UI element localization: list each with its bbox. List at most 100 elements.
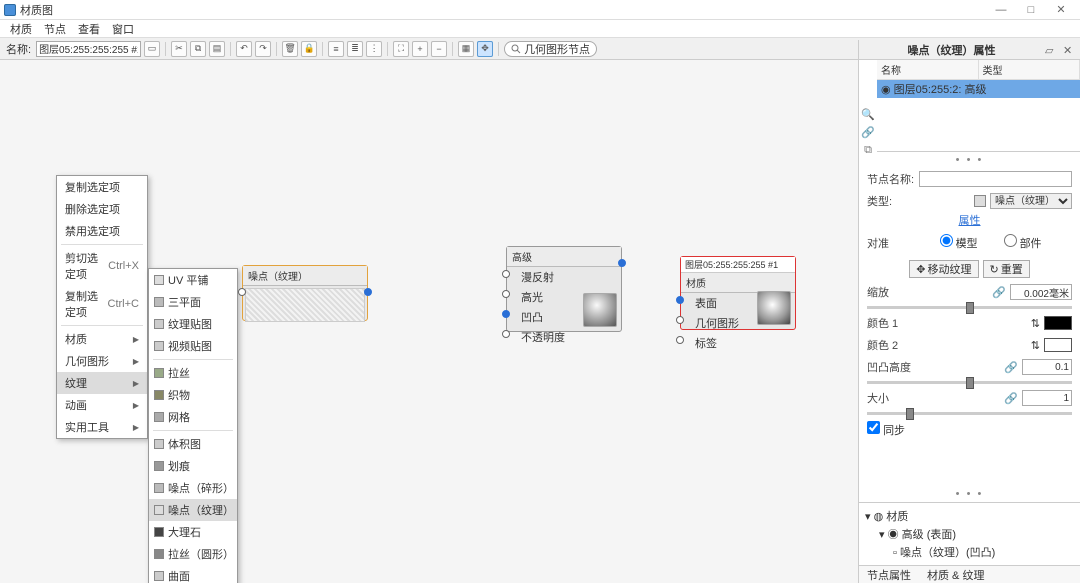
port-in[interactable] [238,288,246,296]
node-advanced[interactable]: 高级 漫反射 高光 凹凸 不透明度 [506,246,622,332]
swap-icon[interactable]: ⇅ [1031,317,1040,330]
sub-texture-map[interactable]: 纹理贴图 [149,313,237,335]
material-tree[interactable]: ▾ ◍ 材质 ▾ ◉ 高级 (表面) ▫ 噪点（纹理）(凹凸) [859,502,1080,565]
sub-volume[interactable]: 体积图 [149,433,237,455]
ctx-disable-selection[interactable]: 禁用选定项 [57,220,147,242]
tool-copy-icon[interactable]: ⧉ [190,41,206,57]
link-icon[interactable]: 🔗 [992,286,1006,299]
sub-triplanar[interactable]: 三平面 [149,291,237,313]
tool-delete-icon[interactable]: 🗑 [282,41,298,57]
port-diffuse[interactable]: 漫反射 [507,267,621,287]
tool-cut-icon[interactable]: ✂ [171,41,187,57]
tool-grid-icon[interactable]: ▦ [458,41,474,57]
tab-node-props[interactable]: 节点属性 [859,567,919,583]
ctx-delete-selection[interactable]: 删除选定项 [57,198,147,220]
size-input[interactable] [1022,390,1072,406]
tool-zoom-fit-icon[interactable]: ⛶ [393,41,409,57]
panel-splitter[interactable]: • • • [859,486,1080,502]
maximize-button[interactable]: □ [1016,4,1046,16]
side-link-icon[interactable]: 🔗 [861,126,875,140]
link-icon[interactable]: 🔗 [1004,361,1018,374]
name-input[interactable] [36,41,141,57]
port-label[interactable]: 标签 [681,333,795,353]
tool-align-left-icon[interactable]: ≡ [328,41,344,57]
menu-view[interactable]: 查看 [72,21,106,37]
ctx-texture[interactable]: 纹理▶ [57,372,147,394]
sync-checkbox[interactable]: 同步 [867,421,915,438]
ctx-utility[interactable]: 实用工具▶ [57,416,147,438]
sub-uv-tile[interactable]: UV 平铺 [149,269,237,291]
port-out[interactable] [618,259,626,267]
sub-noise-texture[interactable]: 噪点（纹理） [149,499,237,521]
sub-marble[interactable]: 大理石 [149,521,237,543]
sub-mesh[interactable]: 网格 [149,406,237,428]
menu-bar: 材质 节点 查看 窗口 [0,20,1080,38]
radio-model[interactable]: 模型 [940,234,988,251]
ctx-cut[interactable]: 剪切选定项Ctrl+X [57,247,147,285]
tree-node-noise[interactable]: ▫ 噪点（纹理）(凹凸) [865,543,1074,561]
ctx-geometry[interactable]: 几何图形▶ [57,350,147,372]
sub-noise-fractal[interactable]: 噪点（碎形） [149,477,237,499]
ctx-animation[interactable]: 动画▶ [57,394,147,416]
bump-input[interactable] [1022,359,1072,375]
side-search-icon[interactable]: 🔍 [861,108,875,122]
tool-snap-icon[interactable]: ✥ [477,41,493,57]
color1-swatch[interactable] [1044,316,1072,330]
material-list[interactable]: ◉ 图层05:255:2: 高级 [877,80,1080,152]
sub-surface[interactable]: 曲面 [149,565,237,583]
tool-paste-icon[interactable]: ▤ [209,41,225,57]
panel-splitter[interactable]: • • • [859,152,1080,168]
scale-slider[interactable] [867,306,1072,309]
node-canvas[interactable]: 复制选定项 删除选定项 禁用选定项 剪切选定项Ctrl+X 复制选定项Ctrl+… [0,60,858,583]
tab-materials-textures[interactable]: 材质 & 纹理 [919,567,992,583]
node-noise-texture[interactable]: 噪点（纹理） [242,265,368,321]
tool-distribute-icon[interactable]: ⋮ [366,41,382,57]
list-item[interactable]: ◉ 图层05:255:2: 高级 [877,80,1080,98]
material-preview-icon [583,293,617,327]
ctx-copy[interactable]: 复制选定项Ctrl+C [57,285,147,323]
menu-material[interactable]: 材质 [4,21,38,37]
close-button[interactable]: ✕ [1046,3,1076,16]
radio-part[interactable]: 部件 [1004,234,1052,251]
sub-video-map[interactable]: 视频贴图 [149,335,237,357]
tree-node-advanced[interactable]: ▾ ◉ 高级 (表面) [865,525,1074,543]
connection-wires [0,60,300,210]
reset-icon: ↻ [990,263,999,276]
tool-redo-icon[interactable]: ↷ [255,41,271,57]
ctx-material[interactable]: 材质▶ [57,328,147,350]
sub-brushed[interactable]: 拉丝 [149,362,237,384]
menu-window[interactable]: 窗口 [106,21,140,37]
search-icon [511,44,521,54]
tool-undo-icon[interactable]: ↶ [236,41,252,57]
node-material[interactable]: 图层05:255:255:255 #1 材质 表面 几何图形 标签 [680,256,796,330]
tool-save-icon[interactable]: ▭ [144,41,160,57]
move-texture-button[interactable]: ✥移动纹理 [909,260,978,278]
tool-align-right-icon[interactable]: ≣ [347,41,363,57]
type-select[interactable]: 噪点（纹理） [990,193,1072,209]
link-icon[interactable]: 🔗 [1004,392,1018,405]
node-name-input[interactable] [919,171,1072,187]
tab-attributes[interactable]: 属性 [959,215,981,227]
panel-undock-icon[interactable]: ▱ [1045,44,1057,56]
sub-brushed-round[interactable]: 拉丝（圆形） [149,543,237,565]
panel-close-icon[interactable]: ✕ [1063,44,1075,56]
side-copy-icon[interactable]: ⧉ [861,144,875,158]
reset-button[interactable]: ↻重置 [983,260,1030,278]
tool-lock-icon[interactable]: 🔒 [301,41,317,57]
size-slider[interactable] [867,412,1072,415]
color2-swatch[interactable] [1044,338,1072,352]
swap-icon[interactable]: ⇅ [1031,339,1040,352]
scale-input[interactable] [1010,284,1072,300]
ctx-copy-selection[interactable]: 复制选定项 [57,176,147,198]
bump-slider[interactable] [867,381,1072,384]
tree-node-material[interactable]: ▾ ◍ 材质 [865,507,1074,525]
menu-node[interactable]: 节点 [38,21,72,37]
port-opacity[interactable]: 不透明度 [507,327,621,347]
port-out[interactable] [364,288,372,296]
sub-scratch[interactable]: 划痕 [149,455,237,477]
tool-zoom-in-icon[interactable]: + [412,41,428,57]
sub-fabric[interactable]: 织物 [149,384,237,406]
tool-zoom-out-icon[interactable]: − [431,41,447,57]
node-search[interactable]: 几何图形节点 [504,41,597,57]
minimize-button[interactable]: — [986,4,1016,16]
